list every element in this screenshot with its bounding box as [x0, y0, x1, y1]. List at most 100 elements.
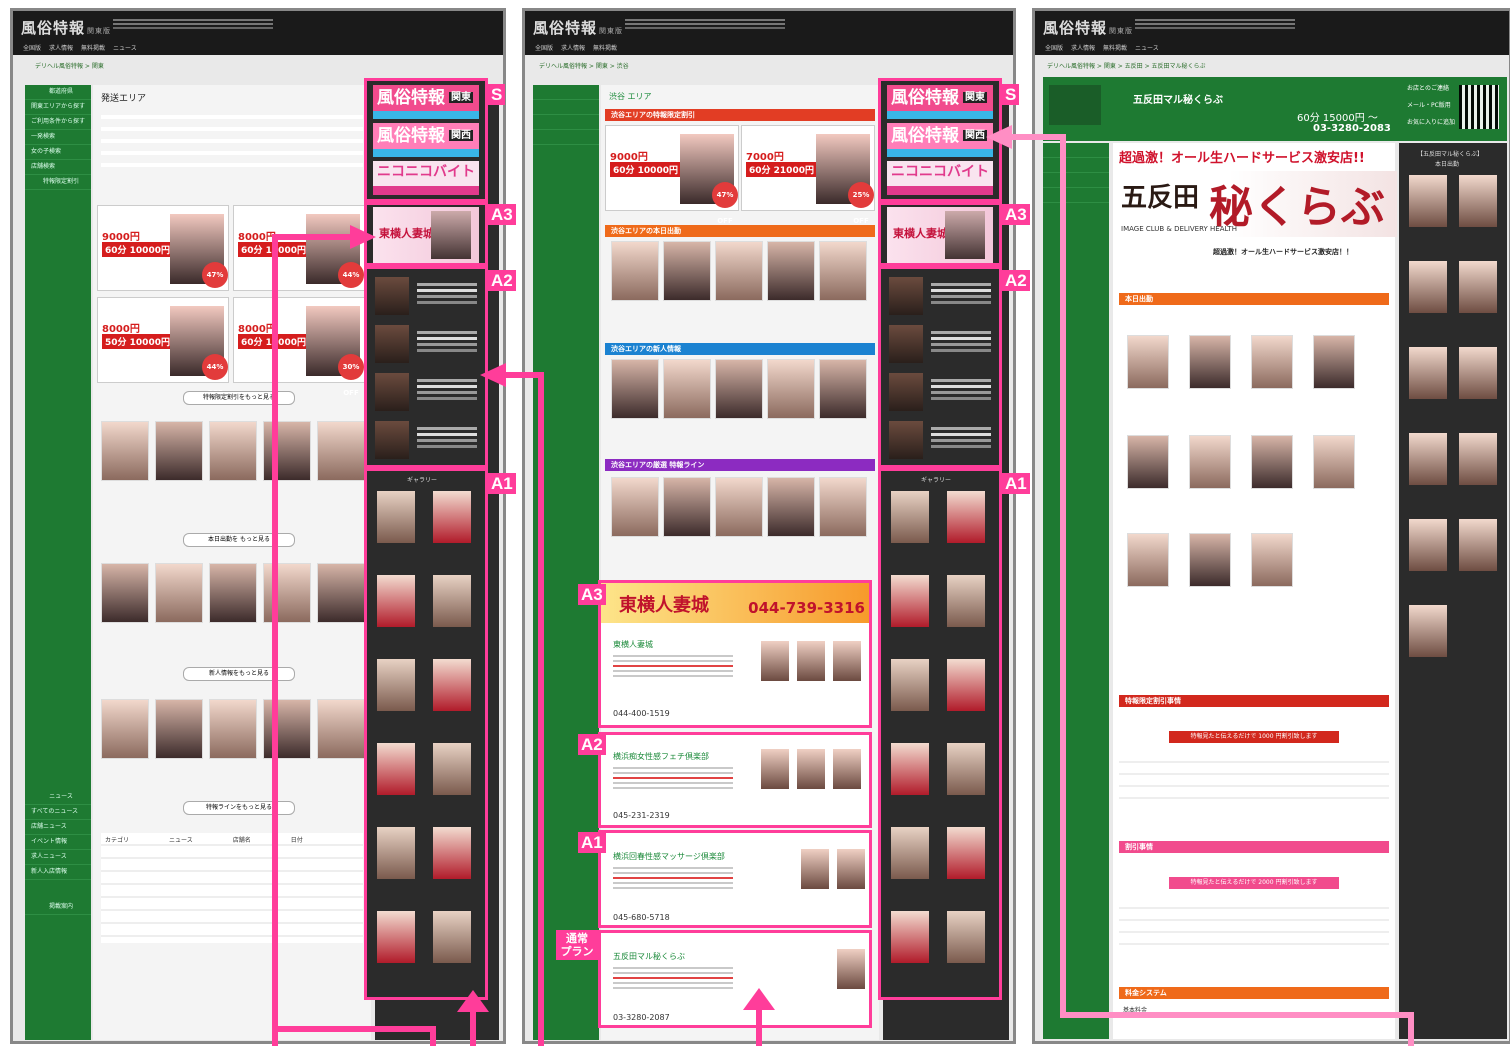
discount-card[interactable]: 7000円 60分 21000円 25% OFF [741, 125, 875, 225]
nav-item[interactable]: 無料掲載 [1103, 43, 1127, 55]
nav-item[interactable]: 全国版 [535, 43, 553, 55]
girl-thumb[interactable] [715, 477, 763, 537]
girl-thumb[interactable] [767, 241, 815, 301]
site-logo[interactable]: 風俗特報 関東版 [21, 17, 111, 38]
gallery-item[interactable] [377, 575, 415, 627]
shop-tel[interactable]: 045-680-5718 [613, 913, 670, 922]
discount-button[interactable]: 特報見たと伝えるだけで 2000 円割引致します [1169, 877, 1339, 889]
gallery-item[interactable] [947, 911, 985, 963]
girl-thumb[interactable] [209, 421, 257, 481]
gallery-item[interactable] [1459, 175, 1497, 227]
girl-thumb[interactable] [155, 563, 203, 623]
sidebar-item[interactable]: 関東エリアから探す [25, 100, 91, 115]
gallery-item[interactable] [433, 491, 471, 543]
gallery-item[interactable] [433, 575, 471, 627]
shop-link[interactable]: お気に入りに追加 [1407, 117, 1455, 126]
shop-photo[interactable] [837, 849, 865, 889]
sidebar-item[interactable] [1043, 143, 1109, 158]
nav-item[interactable]: 求人情報 [49, 43, 73, 55]
shop-photo[interactable] [797, 641, 825, 681]
sidebar-news-item[interactable]: 求人ニュース [25, 850, 91, 865]
girl-thumb[interactable] [101, 699, 149, 759]
rail-row[interactable] [375, 323, 477, 365]
girl-thumb[interactable] [611, 477, 659, 537]
sidebar-news-item[interactable]: 新人入店情報 [25, 865, 91, 880]
qr-code[interactable] [1459, 85, 1499, 129]
shop-link[interactable]: メール・PC版用 [1407, 100, 1455, 109]
a3-ad[interactable]: 東横人妻城 [373, 207, 479, 263]
shop-name[interactable]: 五反田マル秘くらぶ [613, 951, 685, 962]
gallery-item[interactable] [1459, 519, 1497, 571]
discount-card[interactable]: 9000円60分 10000円47% OFF [97, 205, 229, 305]
banner-kanto[interactable]: 風俗特報 関東 [887, 85, 993, 119]
shop-name[interactable]: 東横人妻城 [613, 639, 653, 650]
girl-thumb[interactable] [155, 421, 203, 481]
more-button[interactable]: 新人情報をもっと見る [183, 667, 295, 681]
gallery-item[interactable] [1459, 433, 1497, 485]
gallery-item[interactable] [1409, 519, 1447, 571]
more-button[interactable]: 特報ラインをもっと見る [183, 801, 295, 815]
gallery-item[interactable] [377, 659, 415, 711]
girl-thumb[interactable] [767, 477, 815, 537]
rail-row[interactable] [889, 371, 991, 413]
gallery-item[interactable] [947, 659, 985, 711]
girl-thumb[interactable] [1189, 533, 1231, 587]
girl-thumb[interactable] [663, 359, 711, 419]
sidebar-item[interactable] [533, 115, 599, 130]
rail-row[interactable] [889, 323, 991, 365]
gallery-item[interactable] [1459, 261, 1497, 313]
sidebar-item[interactable] [1043, 188, 1109, 203]
girl-thumb[interactable] [317, 699, 365, 759]
gallery-item[interactable] [1409, 175, 1447, 227]
girl-thumb[interactable] [1313, 435, 1355, 489]
shop-photo[interactable] [797, 749, 825, 789]
girl-thumb[interactable] [1313, 335, 1355, 389]
gallery-item[interactable] [1409, 605, 1447, 657]
banner-kanto[interactable]: 風俗特報 関東 [373, 85, 479, 119]
gallery-item[interactable] [1409, 347, 1447, 399]
gallery-item[interactable] [433, 743, 471, 795]
discount-card[interactable]: 8000円 60分 10000円 30% OFF [233, 297, 365, 397]
breadcrumb[interactable]: デリヘル風俗特報 > 関東 [35, 61, 104, 70]
gallery-item[interactable] [1409, 433, 1447, 485]
site-logo[interactable]: 風俗特報 関東版 [1043, 17, 1133, 38]
sidebar-special[interactable]: 特報限定割引 [25, 175, 91, 190]
shop-photo[interactable] [801, 849, 829, 889]
nav-item[interactable]: 全国版 [23, 43, 41, 55]
girl-thumb[interactable] [663, 241, 711, 301]
gallery-item[interactable] [1459, 347, 1497, 399]
girl-thumb[interactable] [263, 699, 311, 759]
girl-thumb[interactable] [1127, 335, 1169, 389]
shop-tel[interactable]: 03-3280-2087 [613, 1013, 670, 1022]
girl-thumb[interactable] [1189, 335, 1231, 389]
shop-photo[interactable] [761, 641, 789, 681]
girl-thumb[interactable] [611, 359, 659, 419]
a3-ad[interactable]: 東横人妻城 [887, 207, 993, 263]
girl-thumb[interactable] [209, 563, 257, 623]
girl-thumb[interactable] [1251, 533, 1293, 587]
shop-listing-normal[interactable]: 五反田マル秘くらぶ 03-3280-2087 [598, 930, 872, 1028]
girl-thumb[interactable] [317, 563, 365, 623]
site-logo[interactable]: 風俗特報 関東版 [533, 17, 623, 38]
shop-photo[interactable] [761, 749, 789, 789]
rail-row[interactable] [375, 371, 477, 413]
girl-thumb[interactable] [819, 359, 867, 419]
girl-thumb[interactable] [1127, 435, 1169, 489]
gallery-item[interactable] [433, 911, 471, 963]
breadcrumb[interactable]: デリヘル風俗特報 > 関東 > 渋谷 [539, 61, 629, 70]
girl-thumb[interactable] [819, 241, 867, 301]
sidebar-item[interactable] [533, 85, 599, 100]
gallery-item[interactable] [947, 827, 985, 879]
sidebar-guide[interactable]: 掲載案内 [25, 900, 91, 915]
sidebar-item[interactable]: 一発検索 [25, 130, 91, 145]
discount-card[interactable]: 8000円60分 10000円44% OFF [233, 205, 365, 305]
rail-row[interactable] [375, 275, 477, 317]
shop-name[interactable]: 横浜痴女性感フェチ倶楽部 [613, 751, 709, 762]
shop-listing-a3[interactable]: 東横人妻城 044-739-3316 東横人妻城 044-400-1519 [598, 580, 872, 728]
banner-nico[interactable]: ニコニコバイト [887, 161, 993, 195]
shop-logo[interactable]: 五反田 秘くらぶ IMAGE CLUB & DELIVERY HEALTH [1117, 171, 1397, 237]
girl-thumb[interactable] [1251, 435, 1293, 489]
gallery-item[interactable] [891, 743, 929, 795]
shop-link[interactable]: お店とのご連絡 [1407, 83, 1455, 92]
banner-nico[interactable]: ニコニコバイト [373, 161, 479, 195]
